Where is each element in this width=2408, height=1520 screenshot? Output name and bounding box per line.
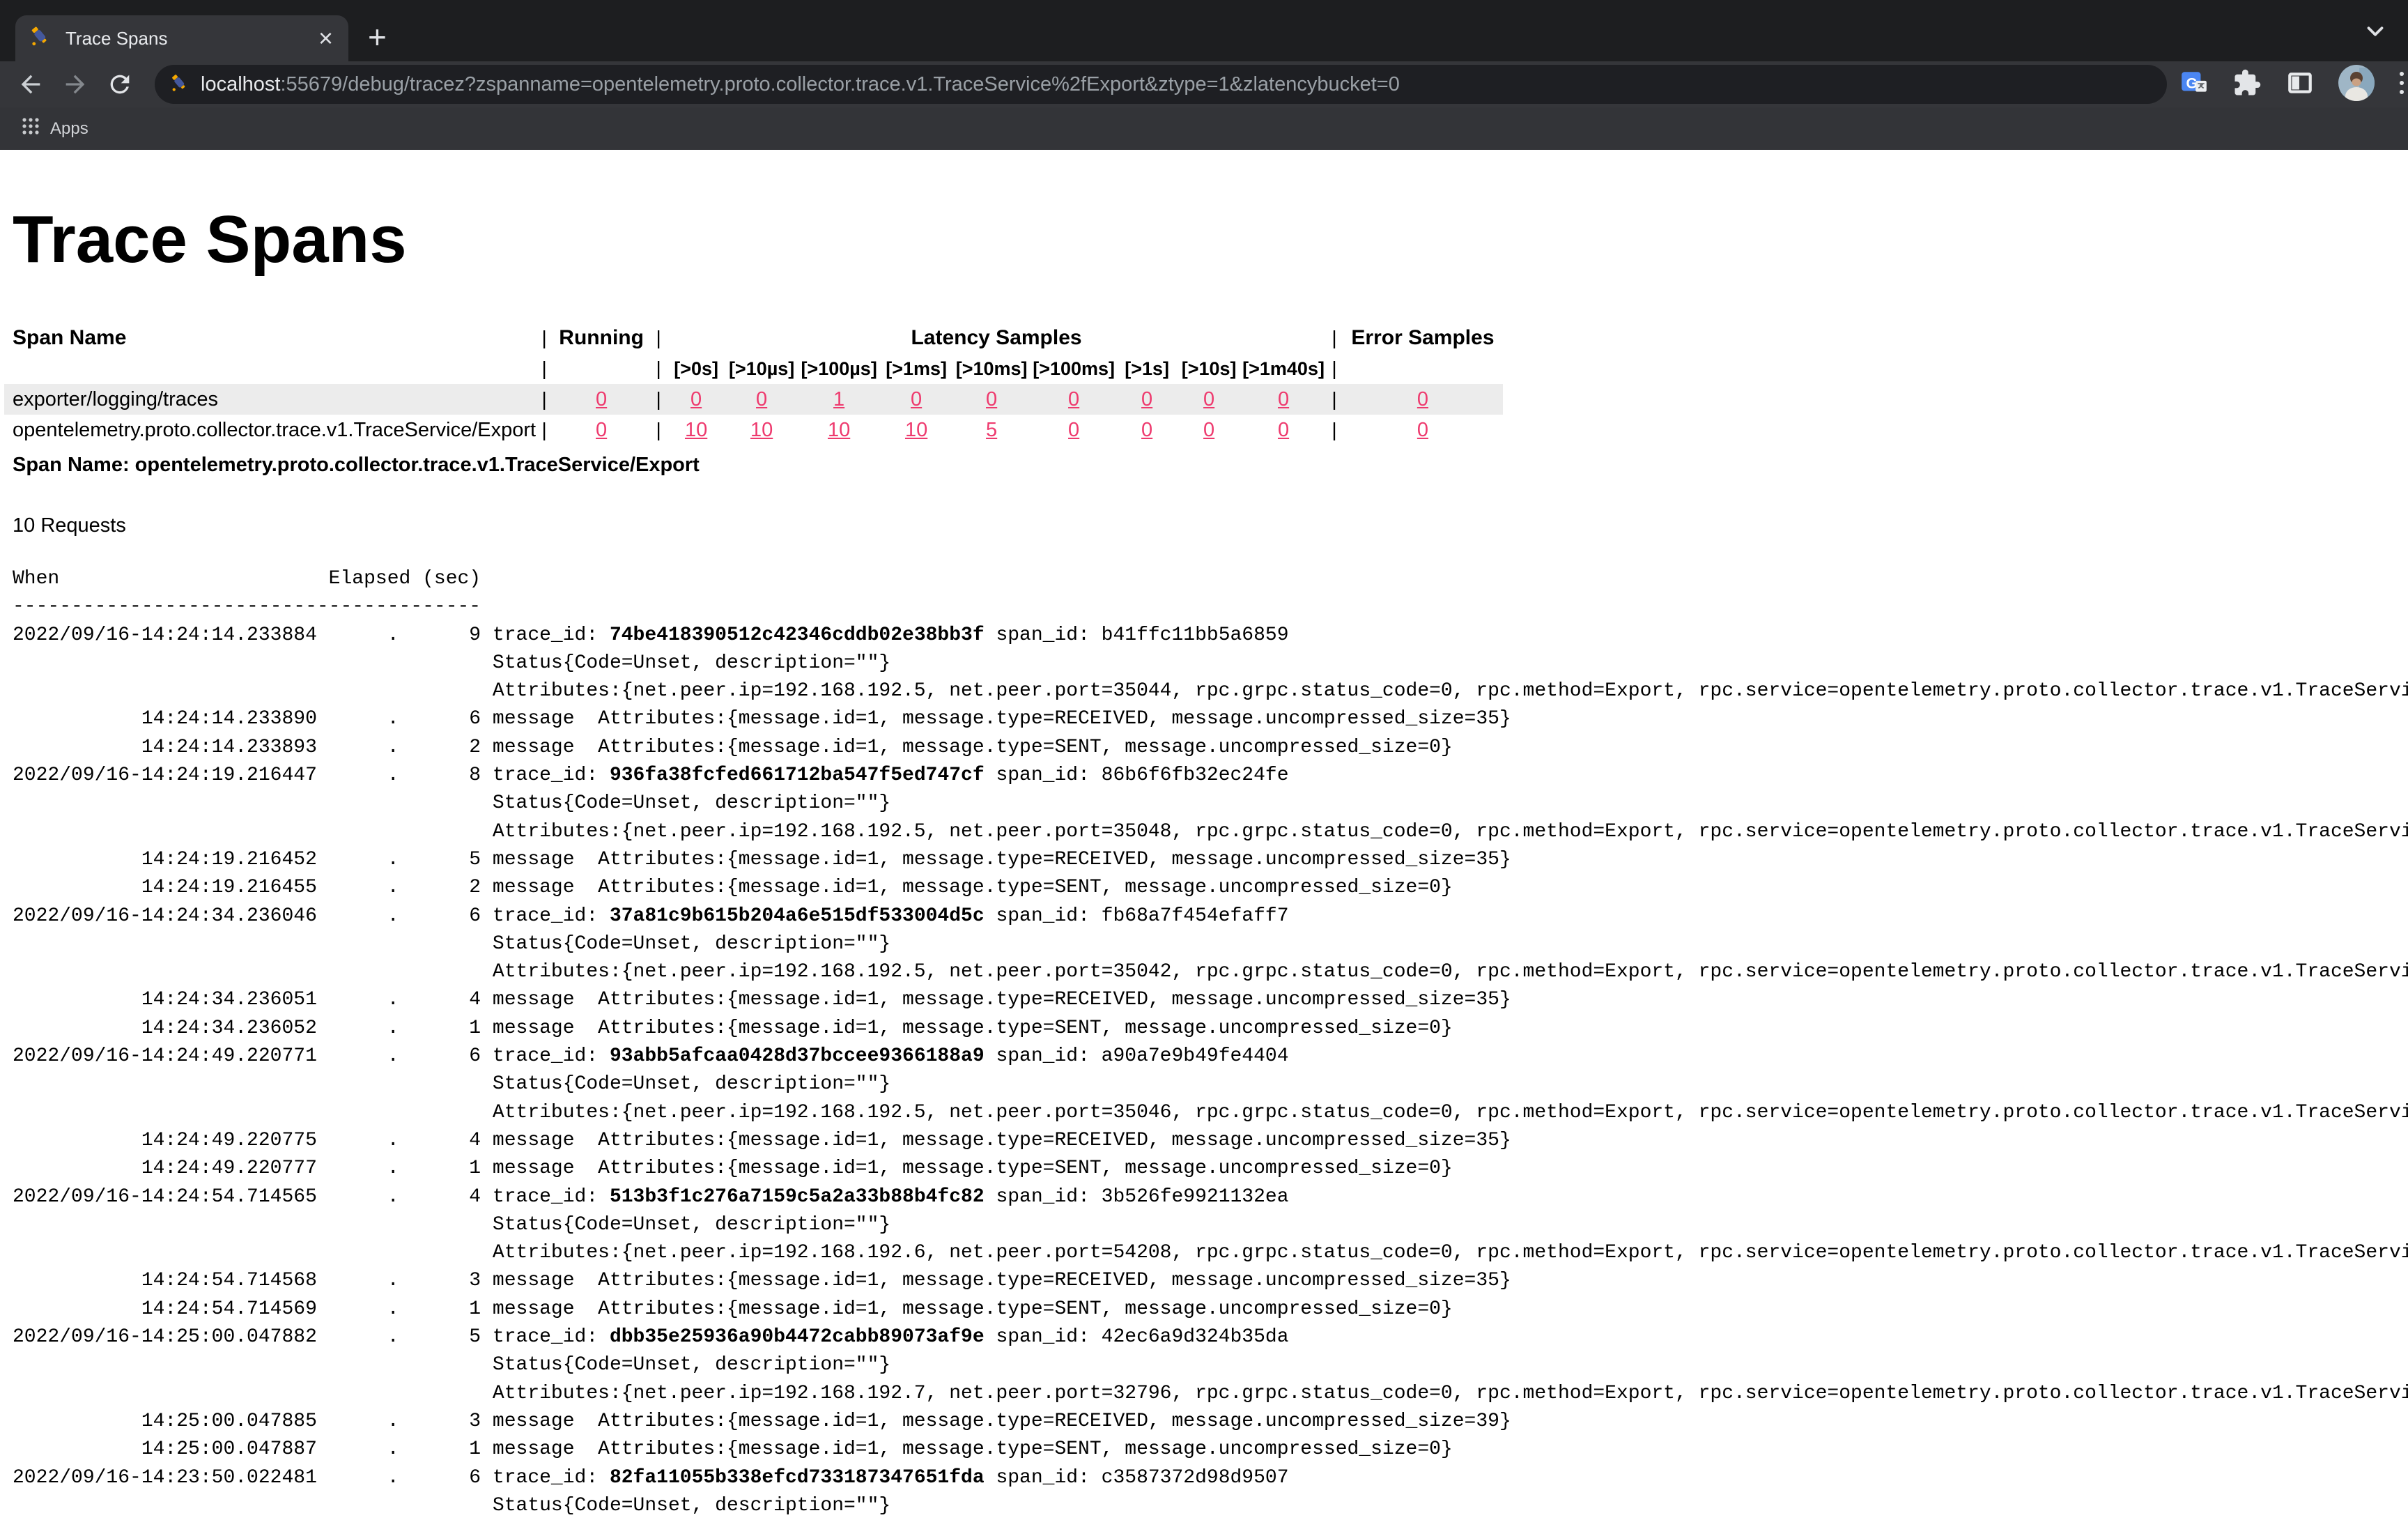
reload-button[interactable]: [106, 70, 134, 98]
table-header-row: Span Name|Running|Latency Samples|Error …: [4, 323, 1503, 353]
column-separator: |: [650, 415, 667, 445]
latency-count-link[interactable]: 5: [986, 419, 997, 441]
latency-count-link[interactable]: 0: [1203, 419, 1214, 441]
latency-count-link[interactable]: 0: [911, 388, 922, 410]
tab-title: Trace Spans: [65, 28, 316, 49]
site-favicon-icon: [169, 72, 190, 97]
column-separator: |: [536, 353, 553, 384]
column-separator: |: [536, 384, 553, 415]
page-title: Trace Spans: [13, 201, 2408, 278]
bucket-label: [>1ms]: [880, 353, 952, 384]
bucket-label: [>100µs]: [798, 353, 880, 384]
browser-menu-kebab-icon[interactable]: [2398, 68, 2405, 101]
column-separator: |: [650, 384, 667, 415]
tab-close-icon[interactable]: ×: [316, 26, 336, 51]
profile-avatar[interactable]: [2338, 65, 2375, 105]
latency-count-link[interactable]: 0: [1278, 419, 1289, 441]
browser-tab[interactable]: Trace Spans ×: [15, 15, 348, 61]
requests-pre: When Elapsed (sec) ---------------------…: [13, 565, 2408, 1520]
column-separator: |: [1326, 323, 1343, 353]
bucket-header-row: ||[>0s][>10µs][>100µs][>1ms][>10ms][>100…: [4, 353, 1503, 384]
running-count-link[interactable]: 0: [596, 419, 607, 441]
bucket-label: [>0s]: [667, 353, 725, 384]
bucket-label: [>1s]: [1117, 353, 1177, 384]
col-header-error-samples: Error Samples: [1343, 323, 1503, 353]
latency-count-link[interactable]: 10: [828, 419, 850, 441]
latency-count-link[interactable]: 0: [690, 388, 702, 410]
url-host: localhost: [201, 73, 280, 95]
latency-count-link[interactable]: 10: [685, 419, 707, 441]
column-separator: |: [650, 323, 667, 353]
apps-label: Apps: [50, 119, 88, 139]
span-name-cell: opentelemetry.proto.collector.trace.v1.T…: [4, 415, 536, 445]
new-tab-button[interactable]: +: [368, 21, 387, 53]
table-row: exporter/logging/traces|0|001000000|0: [4, 384, 1503, 415]
latency-count-link[interactable]: 0: [1141, 419, 1152, 441]
selected-span-name-line: Span Name: opentelemetry.proto.collector…: [13, 454, 2408, 477]
col-header-running: Running: [553, 323, 650, 353]
apps-grid-icon: [21, 116, 40, 141]
back-button[interactable]: [17, 70, 45, 98]
url-bar[interactable]: localhost:55679/debug/tracez?zspanname=o…: [155, 65, 2167, 104]
translate-icon[interactable]: G: [2179, 68, 2209, 101]
side-panel-icon[interactable]: [2285, 68, 2315, 101]
bucket-label: [>100ms]: [1031, 353, 1117, 384]
url-text[interactable]: localhost:55679/debug/tracez?zspanname=o…: [201, 73, 1400, 96]
extensions-puzzle-icon[interactable]: [2232, 68, 2262, 101]
page-content: Trace Spans Span Name|Running|Latency Sa…: [0, 201, 2408, 1520]
tab-search-chevron-icon[interactable]: [2362, 18, 2388, 48]
telescope-favicon-icon: [28, 24, 52, 53]
column-separator: |: [536, 323, 553, 353]
span-name-cell: exporter/logging/traces: [4, 384, 536, 415]
bookmarks-bar: Apps: [0, 107, 2408, 150]
apps-shortcut[interactable]: Apps: [21, 116, 88, 141]
col-header-latency-samples: Latency Samples: [667, 323, 1326, 353]
column-separator: |: [1326, 353, 1343, 384]
latency-count-link[interactable]: 0: [1068, 419, 1079, 441]
bucket-label: [>10ms]: [952, 353, 1031, 384]
latency-count-link[interactable]: 1: [833, 388, 844, 410]
requests-count: 10 Requests: [13, 514, 2408, 537]
latency-count-link[interactable]: 0: [1068, 388, 1079, 410]
latency-count-link[interactable]: 0: [756, 388, 767, 410]
col-header-span-name: Span Name: [4, 323, 536, 353]
column-separator: |: [650, 353, 667, 384]
column-separator: |: [536, 415, 553, 445]
bucket-label: [>10s]: [1177, 353, 1241, 384]
latency-count-link[interactable]: 0: [1278, 388, 1289, 410]
column-separator: |: [1326, 415, 1343, 445]
browser-toolbar: localhost:55679/debug/tracez?zspanname=o…: [0, 61, 2408, 107]
url-path: :55679/debug/tracez?zspanname=openteleme…: [280, 73, 1399, 95]
error-count-link[interactable]: 0: [1417, 388, 1428, 410]
bucket-label: [>10µs]: [725, 353, 798, 384]
error-count-link[interactable]: 0: [1417, 419, 1428, 441]
latency-table: Span Name|Running|Latency Samples|Error …: [4, 323, 1503, 445]
latency-count-link[interactable]: 0: [1141, 388, 1152, 410]
bucket-label: [>1m40s]: [1241, 353, 1326, 384]
latency-count-link[interactable]: 10: [750, 419, 773, 441]
latency-count-link[interactable]: 0: [986, 388, 997, 410]
table-row: opentelemetry.proto.collector.trace.v1.T…: [4, 415, 1503, 445]
column-separator: |: [1326, 384, 1343, 415]
forward-button[interactable]: [61, 70, 89, 98]
latency-count-link[interactable]: 0: [1203, 388, 1214, 410]
running-count-link[interactable]: 0: [596, 388, 607, 410]
latency-count-link[interactable]: 10: [905, 419, 927, 441]
tab-strip: Trace Spans × +: [0, 0, 2408, 61]
